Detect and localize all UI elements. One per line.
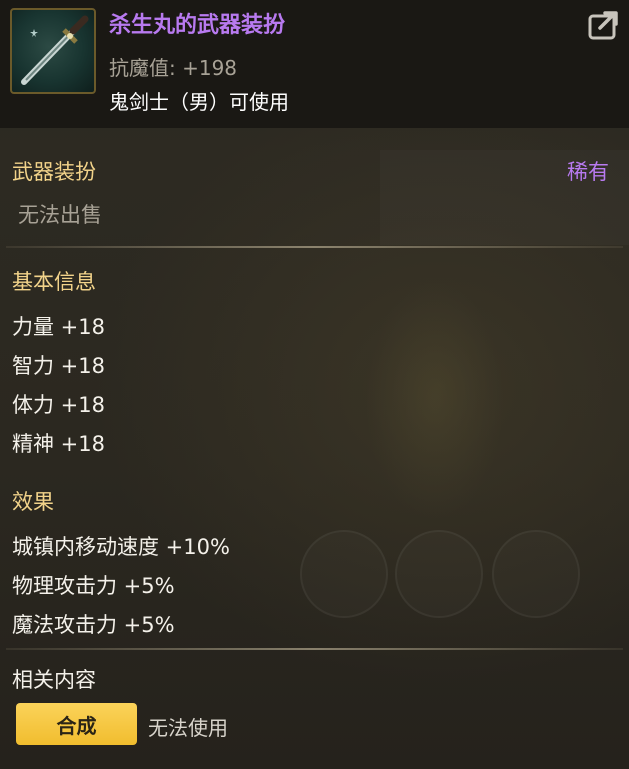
usage-status: 无法使用 — [148, 716, 228, 740]
background-medallion — [492, 530, 580, 618]
divider — [6, 246, 623, 248]
background-medallion — [300, 530, 388, 618]
share-icon[interactable] — [588, 8, 622, 42]
basic-info-heading: 基本信息 — [12, 270, 96, 294]
effect-line: 物理攻击力 +5% — [12, 574, 175, 598]
rarity-label: 稀有 — [567, 160, 609, 184]
item-title: 杀生丸的武器装扮 — [109, 13, 286, 38]
stat-line: 智力 +18 — [12, 354, 105, 378]
background-medallion — [395, 530, 483, 618]
stat-line: 力量 +18 — [12, 315, 105, 339]
category-label: 武器装扮 — [12, 160, 96, 184]
sell-status: 无法出售 — [18, 203, 102, 227]
effect-line: 魔法攻击力 +5% — [12, 613, 175, 637]
combine-button[interactable]: 合成 — [16, 703, 137, 745]
divider — [6, 648, 623, 650]
tooltip-header: 杀生丸的武器装扮 抗魔值: +198 鬼剑士（男）可使用 — [0, 0, 629, 128]
stat-line: 精神 +18 — [12, 432, 105, 456]
item-tooltip: 杀生丸的武器装扮 抗魔值: +198 鬼剑士（男）可使用 武器装扮 稀有 无法出… — [0, 0, 629, 769]
item-usable-by: 鬼剑士（男）可使用 — [109, 90, 289, 114]
effect-line: 城镇内移动速度 +10% — [12, 535, 230, 559]
related-heading: 相关内容 — [12, 668, 96, 692]
effects-heading: 效果 — [12, 490, 54, 514]
sword-icon — [10, 8, 96, 94]
item-stat: 抗魔值: +198 — [109, 56, 238, 80]
stat-line: 体力 +18 — [12, 393, 105, 417]
background-figure — [360, 270, 510, 530]
